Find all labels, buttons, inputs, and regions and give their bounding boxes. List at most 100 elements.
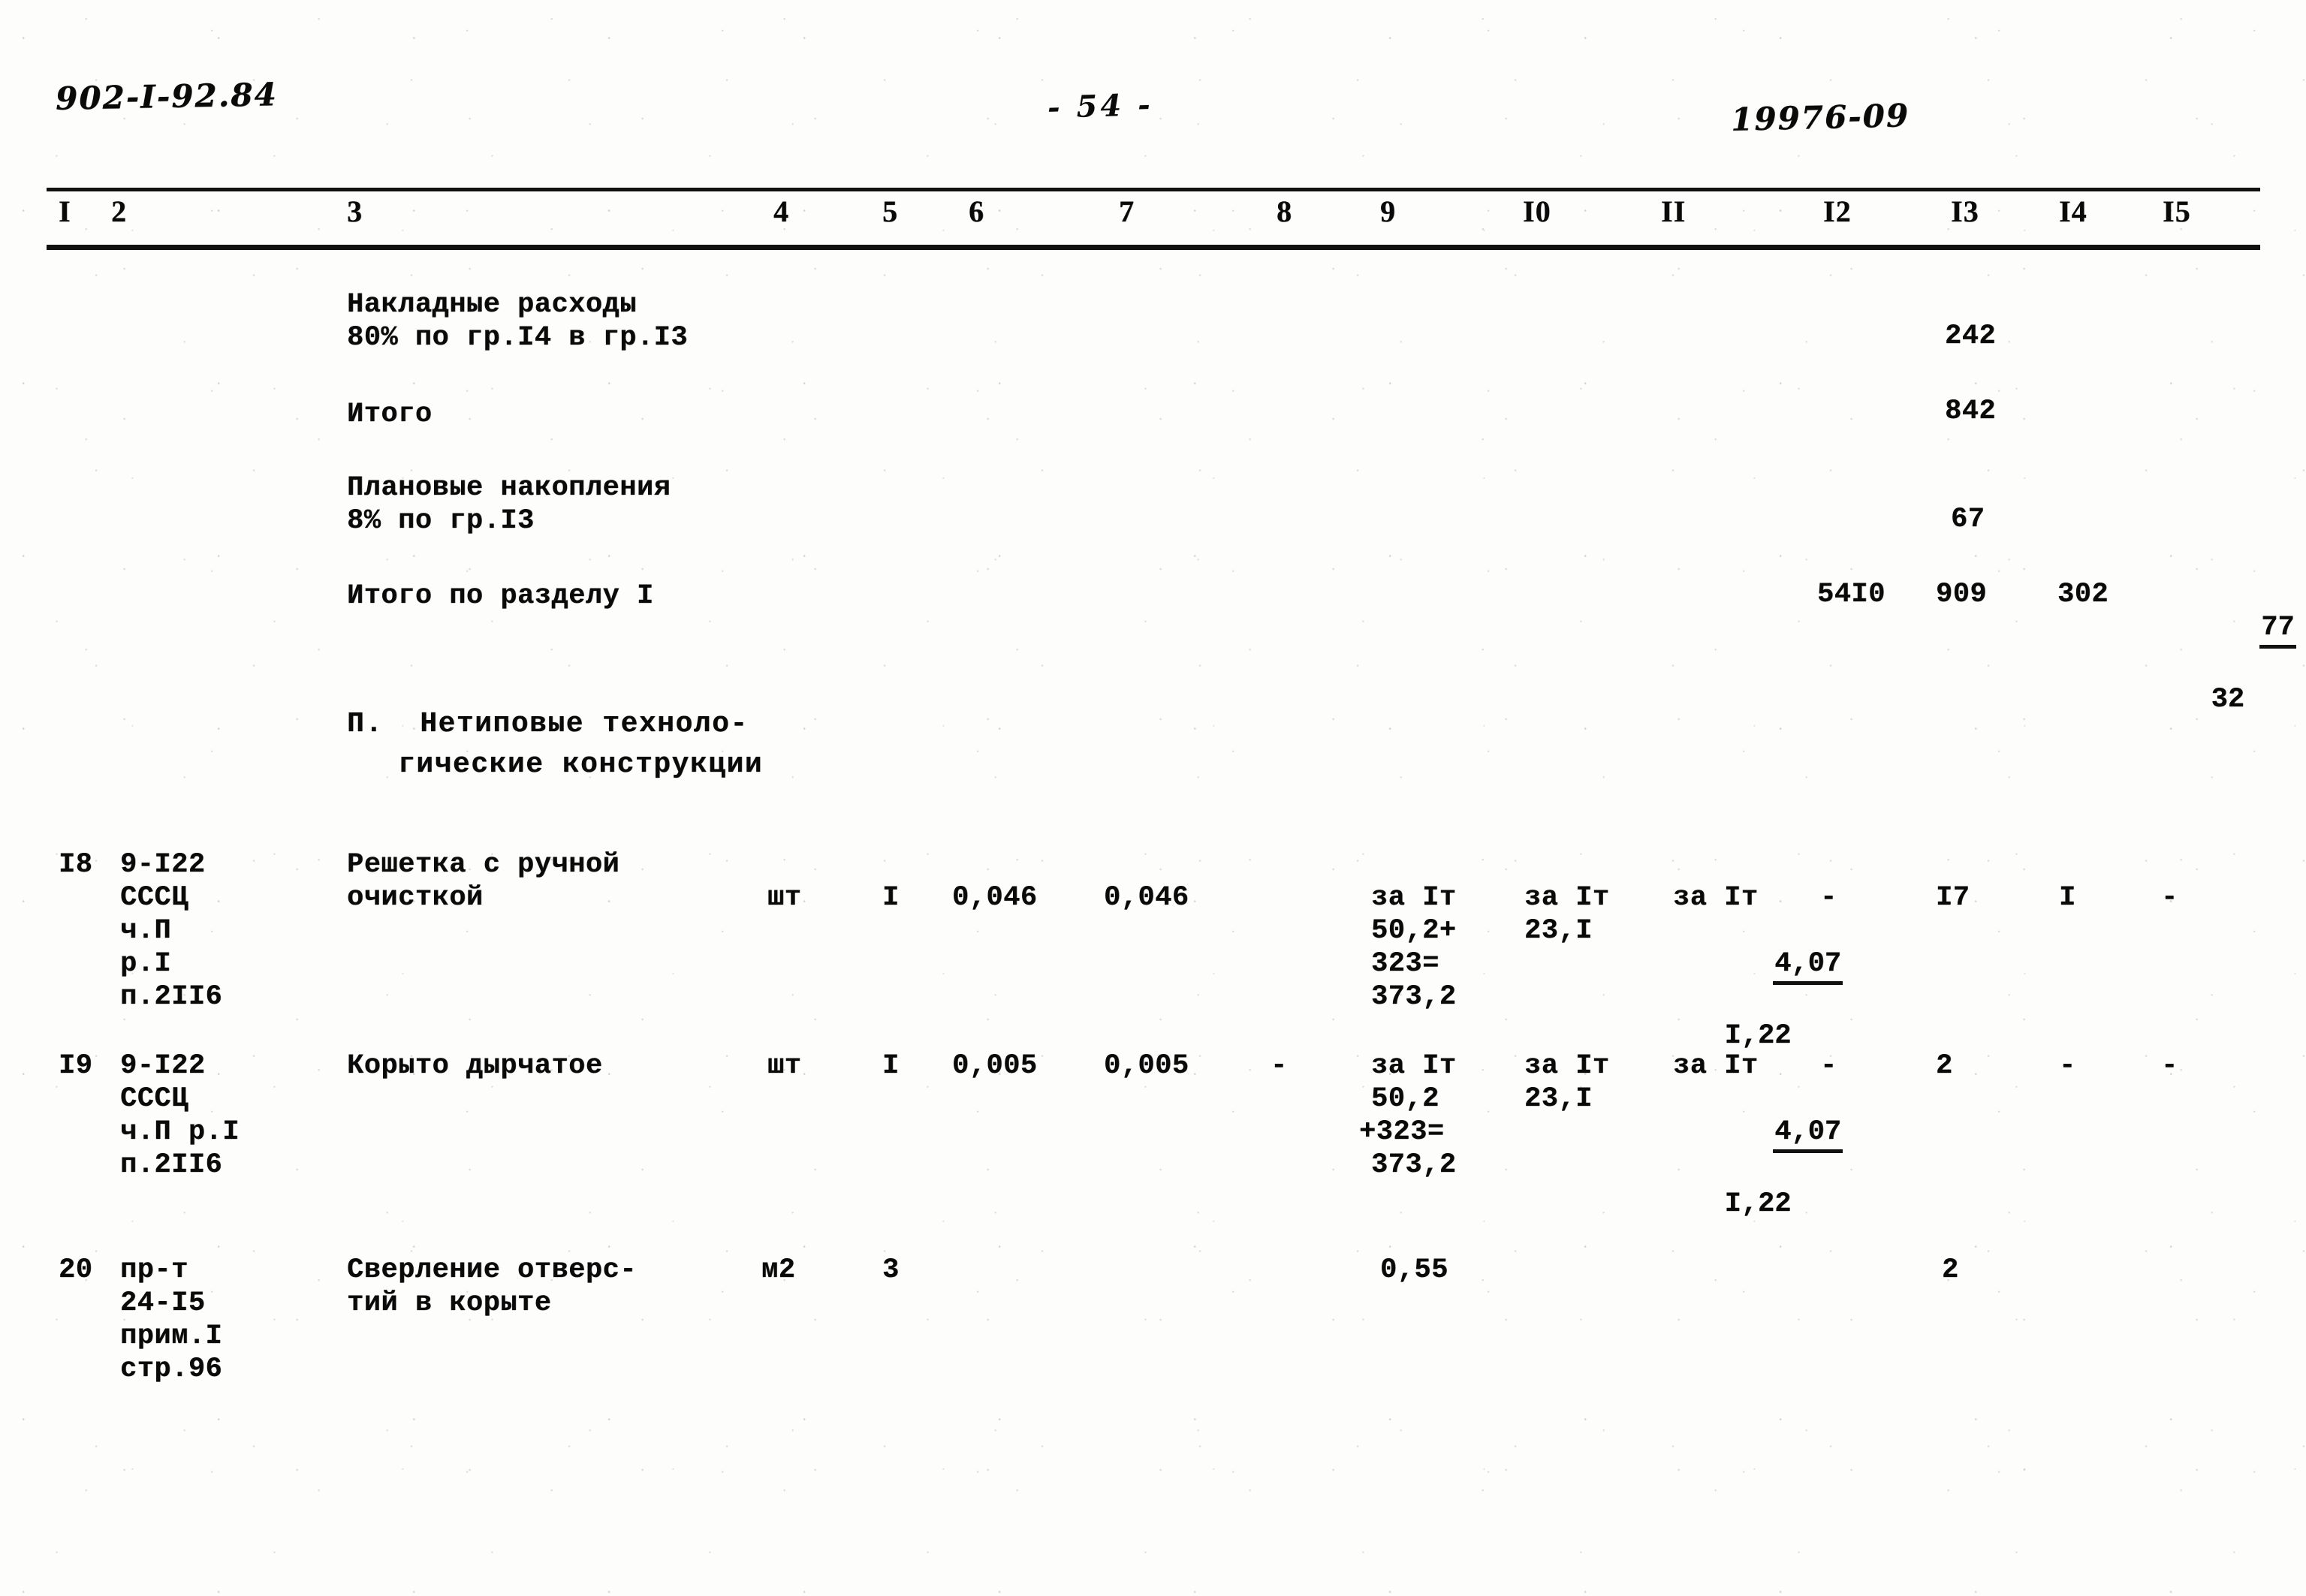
row-19-col15: - [2161, 1050, 2178, 1082]
row-18-quantity: I [882, 882, 900, 914]
row-19-code-line2: СССЦ [120, 1083, 188, 1115]
row-sectiontotal-col12: 54I0 [1817, 579, 1885, 610]
row-sectiontotal-col14: 302 [2057, 579, 2109, 610]
table-top-rule [47, 188, 2260, 191]
row-20-code-line1: пр-т [120, 1254, 188, 1286]
row-19-col11-line1: за Iт [1673, 1050, 1759, 1082]
row-20-quantity: 3 [882, 1254, 900, 1286]
row-18-description-line1: Решетка с ручной [347, 849, 620, 881]
row-19-col10-line1: за Iт [1524, 1050, 1610, 1082]
row-planned-description-line2: 8% по гр.I3 [347, 505, 535, 537]
row-20-unit: м2 [761, 1254, 796, 1286]
column-header-9: 9 [1380, 194, 1396, 228]
row-18-col13: I7 [1936, 882, 1970, 914]
row-19-code-line1: 9-I22 [120, 1050, 206, 1082]
row-18-col11-line1: за Iт [1673, 882, 1759, 914]
row-18-col12: - [1820, 882, 1837, 914]
row-20-code-line4: стр.96 [120, 1354, 223, 1385]
row-18-description-line2: очисткой [347, 882, 484, 914]
column-header-6: 6 [969, 194, 984, 228]
row-18-col9-line2: 50,2+ [1371, 915, 1457, 947]
column-header-4: 4 [773, 194, 789, 228]
row-19-col10-line2: 23,I [1524, 1083, 1593, 1115]
column-header-7: 7 [1119, 194, 1135, 228]
row-19-col7: 0,005 [1104, 1050, 1189, 1082]
row-19-number: I9 [59, 1050, 93, 1082]
row-18-code-line5: п.2II6 [120, 981, 223, 1013]
row-18-code-line1: 9-I22 [120, 849, 206, 881]
column-header-2: 2 [111, 194, 127, 228]
row-19-col9-line4: 373,2 [1371, 1149, 1457, 1181]
row-18-col10-line1: за Iт [1524, 882, 1610, 914]
page-number: - 54 - [1047, 87, 1154, 125]
row-18-col9-line1: за Iт [1371, 882, 1457, 914]
row-20-number: 20 [59, 1254, 93, 1286]
row-20-description-line2: тий в корыте [347, 1287, 552, 1319]
row-19-col9-line1: за Iт [1371, 1050, 1457, 1082]
column-header-8: 8 [1277, 194, 1292, 228]
row-20-col9: 0,55 [1380, 1254, 1448, 1286]
column-header-10: I0 [1523, 194, 1551, 228]
row-planned-col13: 67 [1951, 504, 1985, 535]
row-18-number: I8 [59, 849, 93, 881]
row-sectiontotal-col15-denominator: 32 [2211, 684, 2245, 715]
section-heading-line1: П. Нетиповые техноло- [347, 708, 749, 740]
archive-code: 19976-09 [1730, 97, 1910, 138]
row-sectiontotal-col15-fraction: 77 32 [2160, 578, 2296, 782]
row-18-col7: 0,046 [1104, 882, 1189, 914]
row-20-col13: 2 [1942, 1254, 1959, 1286]
row-19-col14: - [2059, 1050, 2076, 1082]
section-heading-line2: гические конструкции [398, 748, 764, 781]
row-19-col13: 2 [1936, 1050, 1953, 1082]
column-header-11: II [1661, 194, 1687, 228]
scan-grain-overlay [0, 0, 2306, 1596]
column-header-3: 3 [347, 194, 363, 228]
row-19-code-line3: ч.П р.I [120, 1116, 240, 1148]
row-sectiontotal-col13: 909 [1936, 579, 1988, 610]
row-19-description-line1: Корыто дырчатое [347, 1050, 603, 1082]
row-18-col9-line3: 323= [1371, 948, 1439, 980]
row-20-code-line2: 24-I5 [120, 1287, 206, 1319]
row-19-col12: - [1820, 1050, 1837, 1082]
row-19-col11-denominator: I,22 [1724, 1188, 1792, 1220]
row-18-col9-line4: 373,2 [1371, 981, 1457, 1013]
row-18-col15: - [2161, 882, 2178, 914]
row-18-col14: I [2059, 882, 2076, 914]
row-20-code-line3: прим.I [120, 1320, 223, 1352]
row-overhead-description-line1: Накладные расходы [347, 289, 637, 321]
row-sectiontotal-description: Итого по разделу I [347, 580, 654, 612]
row-18-col6: 0,046 [952, 882, 1038, 914]
row-19-col11-numerator: 4,07 [1773, 1116, 1843, 1153]
row-19-col9-line2: 50,2 [1371, 1083, 1439, 1115]
scanned-document-page: 902-I-92.84 - 54 - 19976-09 I 2 3 4 5 6 … [0, 0, 2306, 1596]
row-planned-description-line1: Плановые накопления [347, 472, 671, 504]
row-18-col11-denominator: I,22 [1724, 1020, 1792, 1052]
column-header-5: 5 [882, 194, 898, 228]
row-18-col11-numerator: 4,07 [1773, 947, 1843, 985]
row-overhead-col13: 242 [1945, 321, 1997, 352]
row-19-col11-fraction: 4,07 I,22 [1673, 1083, 1843, 1287]
row-19-col8: - [1271, 1050, 1288, 1082]
row-19-unit: шт [767, 1050, 802, 1082]
document-code: 902-I-92.84 [55, 76, 279, 117]
column-header-13: I3 [1951, 194, 1979, 228]
column-header-15: I5 [2163, 194, 2191, 228]
row-18-code-line3: ч.П [120, 915, 172, 947]
row-19-col6: 0,005 [952, 1050, 1038, 1082]
row-18-col10-line2: 23,I [1524, 915, 1593, 947]
row-19-code-line4: п.2II6 [120, 1149, 223, 1181]
row-18-unit: шт [767, 882, 802, 914]
column-header-12: I2 [1823, 194, 1852, 228]
column-header-14: I4 [2059, 194, 2087, 228]
row-overhead-description-line2: 80% по гр.I4 в гр.I3 [347, 322, 689, 354]
row-total1-col13: 842 [1945, 396, 1997, 427]
row-total1-description: Итого [347, 399, 433, 430]
row-19-col9-line3: +323= [1359, 1116, 1445, 1148]
row-18-code-line4: р.I [120, 948, 172, 980]
column-header-1: I [59, 194, 71, 228]
row-sectiontotal-col15-numerator: 77 [2259, 611, 2296, 649]
table-header-rule [47, 245, 2260, 250]
row-19-quantity: I [882, 1050, 900, 1082]
row-18-code-line2: СССЦ [120, 882, 188, 914]
row-20-description-line1: Сверление отверс- [347, 1254, 637, 1286]
